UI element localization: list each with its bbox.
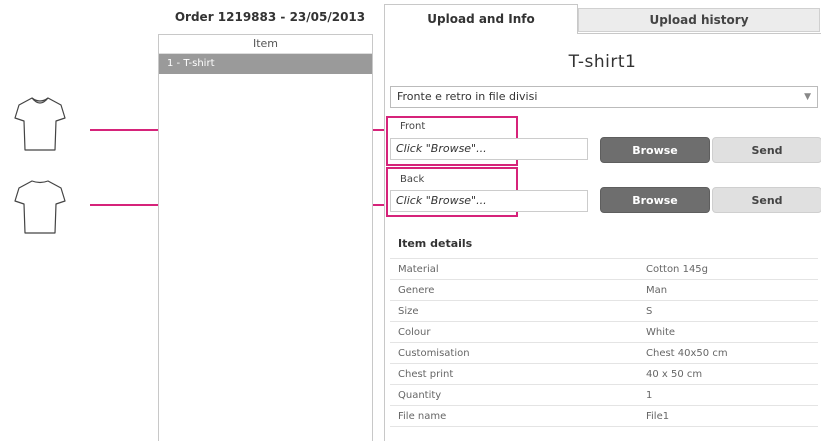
detail-key: Material [390, 258, 646, 280]
front-label: Front [400, 121, 426, 132]
detail-key: Chest print [390, 363, 646, 385]
table-row: Material Cotton 145g [390, 258, 818, 280]
order-title: Order 1219883 - 23/05/2013 [174, 10, 366, 24]
detail-key: Size [390, 300, 646, 322]
item-details-heading: Item details [398, 237, 473, 250]
detail-value: White [646, 321, 818, 343]
back-send-button[interactable]: Send [712, 187, 821, 213]
tshirt-back-icon [14, 180, 66, 234]
detail-value: Chest 40x50 cm [646, 342, 818, 364]
tab-upload-and-info[interactable]: Upload and Info [384, 4, 578, 34]
product-title: T-shirt1 [568, 52, 637, 72]
detail-value: Man [646, 279, 818, 301]
table-row: Chest print 40 x 50 cm [390, 363, 818, 385]
order-items-panel: Item 1 - T-shirt [158, 34, 373, 441]
detail-key: Genere [390, 279, 646, 301]
detail-key: Quantity [390, 384, 646, 406]
table-row: Size S [390, 300, 818, 322]
front-send-button[interactable]: Send [712, 137, 821, 163]
detail-value: 1 [646, 384, 818, 406]
table-row: File name File1 [390, 405, 818, 427]
upload-mode-value: Fronte e retro in file divisi [397, 90, 538, 103]
detail-key: File name [390, 405, 646, 427]
chevron-down-icon: ▼ [804, 92, 811, 102]
tab-upload-history[interactable]: Upload history [578, 8, 820, 32]
detail-value: 40 x 50 cm [646, 363, 818, 385]
table-row: Customisation Chest 40x50 cm [390, 342, 818, 364]
tshirt-front-icon [14, 97, 66, 151]
table-row: Colour White [390, 321, 818, 343]
front-browse-button[interactable]: Browse [600, 137, 710, 163]
detail-key: Customisation [390, 342, 646, 364]
detail-key: Colour [390, 321, 646, 343]
order-item-row[interactable]: 1 - T-shirt [159, 54, 372, 74]
back-browse-button[interactable]: Browse [600, 187, 710, 213]
upload-mode-select[interactable]: Fronte e retro in file divisi ▼ [390, 86, 818, 108]
back-label: Back [400, 174, 425, 185]
front-file-field[interactable]: Click "Browse"... [390, 138, 588, 160]
order-column-header: Item [159, 35, 372, 54]
table-row: Quantity 1 [390, 384, 818, 406]
detail-value: Cotton 145g [646, 258, 818, 280]
item-details-table: Material Cotton 145g Genere Man Size S Colo… [390, 258, 818, 427]
detail-value: File1 [646, 405, 818, 427]
back-file-field[interactable]: Click "Browse"... [390, 190, 588, 212]
detail-value: S [646, 300, 818, 322]
table-row: Genere Man [390, 279, 818, 301]
